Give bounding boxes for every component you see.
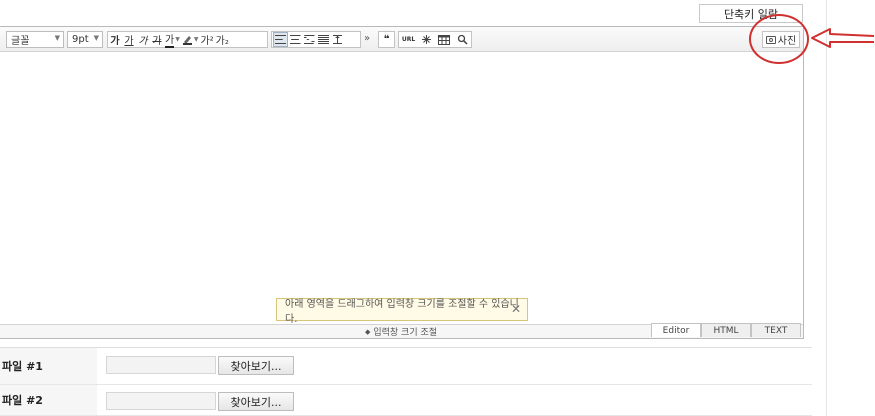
special-char-button[interactable]	[420, 32, 434, 47]
italic-button[interactable]: 가	[136, 32, 150, 47]
tab-editor[interactable]: Editor	[651, 323, 701, 337]
quote-group: ❝	[378, 31, 395, 48]
file-label: 파일 #2	[0, 385, 97, 415]
subscript-button[interactable]: 가₂	[215, 32, 230, 47]
resize-label: 입력창 크기 조절	[373, 328, 438, 338]
chevron-down-icon: ▼	[175, 36, 180, 43]
file-label: 파일 #1	[0, 348, 97, 384]
align-left-button[interactable]	[273, 32, 288, 47]
font-size-value: 9pt	[72, 34, 89, 45]
table-icon	[438, 34, 451, 45]
editor-content-area[interactable]	[0, 52, 803, 324]
insert-group: URL	[398, 31, 472, 48]
chevron-down-icon: ▼	[93, 34, 99, 42]
text-style-group: 가 가 가 가 가 ▼ ▼ 가² 가₂	[107, 31, 268, 48]
chevron-down-icon: ▼	[54, 34, 60, 42]
file-path-input[interactable]	[106, 356, 216, 374]
browse-button[interactable]: 찾아보기...	[218, 392, 294, 411]
link-button[interactable]: URL	[401, 32, 416, 47]
strikethrough-button[interactable]: 가	[150, 32, 164, 47]
editor-toolbar: 글꼴 ▼ 9pt ▼ 가 가 가 가 가 ▼ ▼ 가² 가₂ » ❝ URL 사…	[0, 27, 803, 52]
line-spacing-button[interactable]	[330, 32, 344, 47]
align-justify-icon	[317, 35, 329, 44]
align-right-button[interactable]	[302, 32, 316, 47]
chevron-down-icon: ▼	[193, 36, 199, 43]
align-center-button[interactable]	[288, 32, 302, 47]
magnifier-icon	[457, 34, 468, 45]
highlight-button[interactable]: ▼	[181, 32, 200, 47]
font-color-button[interactable]: 가 ▼	[164, 31, 181, 48]
close-icon[interactable]: ✕	[511, 302, 521, 316]
tab-html[interactable]: HTML	[701, 323, 751, 337]
page-divider	[826, 0, 827, 416]
font-family-value: 글꼴	[11, 36, 30, 47]
bold-button[interactable]: 가	[108, 32, 122, 47]
asterisk-icon	[422, 35, 432, 44]
superscript-button[interactable]: 가²	[199, 32, 214, 47]
line-spacing-icon	[332, 35, 342, 44]
underline-button[interactable]: 가	[122, 32, 136, 47]
quote-button[interactable]: ❝	[380, 32, 394, 47]
file-upload-row: 파일 #2 찾아보기...	[0, 385, 812, 416]
resize-tooltip: 아래 영역을 드래그하여 입력창 크기를 조절할 수 있습니다. ✕	[276, 298, 528, 325]
file-upload-row: 파일 #1 찾아보기...	[0, 347, 812, 385]
align-center-icon	[289, 35, 301, 44]
annotation-circle	[749, 14, 809, 64]
resize-arrows-icon: ◆	[364, 327, 371, 336]
more-tools-button[interactable]: »	[364, 33, 370, 44]
browse-button[interactable]: 찾아보기...	[218, 356, 294, 375]
font-size-select[interactable]: 9pt ▼	[67, 31, 103, 48]
align-justify-button[interactable]	[316, 32, 330, 47]
tab-text[interactable]: TEXT	[751, 323, 801, 337]
highlighter-icon	[182, 36, 192, 45]
editor-mode-tabs: Editor HTML TEXT	[651, 323, 801, 337]
rich-text-editor: 글꼴 ▼ 9pt ▼ 가 가 가 가 가 ▼ ▼ 가² 가₂ » ❝ URL 사…	[0, 26, 804, 339]
align-right-icon	[303, 35, 315, 44]
font-color-label: 가	[165, 31, 175, 48]
align-left-icon	[275, 35, 286, 44]
find-button[interactable]	[455, 32, 469, 47]
alignment-group	[271, 31, 361, 48]
tooltip-text: 아래 영역을 드래그하여 입력창 크기를 조절할 수 있습니다.	[285, 298, 519, 325]
file-path-input[interactable]	[106, 392, 216, 410]
font-family-select[interactable]: 글꼴 ▼	[6, 31, 64, 48]
annotation-arrow-icon	[811, 28, 875, 48]
table-button[interactable]	[437, 32, 451, 47]
